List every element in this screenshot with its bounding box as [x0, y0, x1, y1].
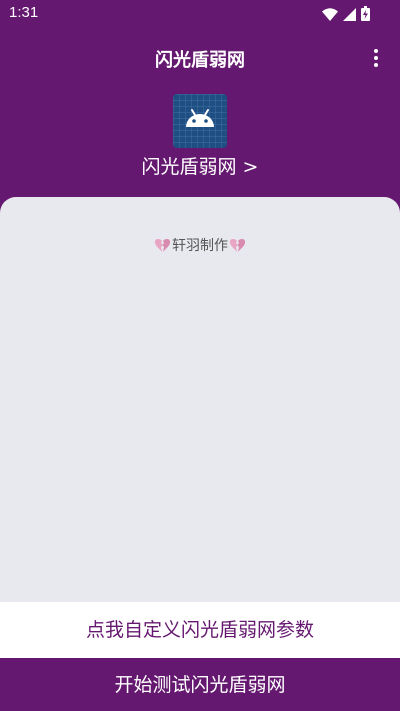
- broken-heart-icon: [154, 238, 171, 253]
- status-icons: [322, 6, 370, 25]
- status-bar: 1:31: [0, 0, 400, 28]
- start-test-button[interactable]: 开始测试闪光盾弱网: [0, 658, 400, 711]
- app-title: 闪光盾弱网: [155, 50, 245, 71]
- start-test-label: 开始测试闪光盾弱网: [114, 674, 286, 696]
- wifi-icon: [322, 6, 338, 25]
- app-screen: 1:31 闪光盾弱网 闪光盾弱网 > 轩羽制作 点我自定义闪光盾弱网参数 开始测…: [0, 0, 400, 711]
- log-panel: 轩羽制作: [0, 197, 400, 607]
- broken-heart-icon: [229, 238, 246, 253]
- android-icon[interactable]: [173, 94, 227, 148]
- signal-icon: [343, 6, 356, 25]
- customize-params-button[interactable]: 点我自定义闪光盾弱网参数: [0, 602, 400, 658]
- more-vert-icon[interactable]: [366, 46, 386, 70]
- status-time: 1:31: [9, 4, 39, 21]
- customize-params-label: 点我自定义闪光盾弱网参数: [85, 619, 314, 641]
- app-name-link[interactable]: 闪光盾弱网 >: [0, 152, 400, 179]
- credit-line: 轩羽制作: [0, 235, 400, 255]
- app-bar: 闪光盾弱网: [0, 40, 400, 76]
- battery-icon: [361, 6, 370, 25]
- credit-text: 轩羽制作: [172, 238, 228, 254]
